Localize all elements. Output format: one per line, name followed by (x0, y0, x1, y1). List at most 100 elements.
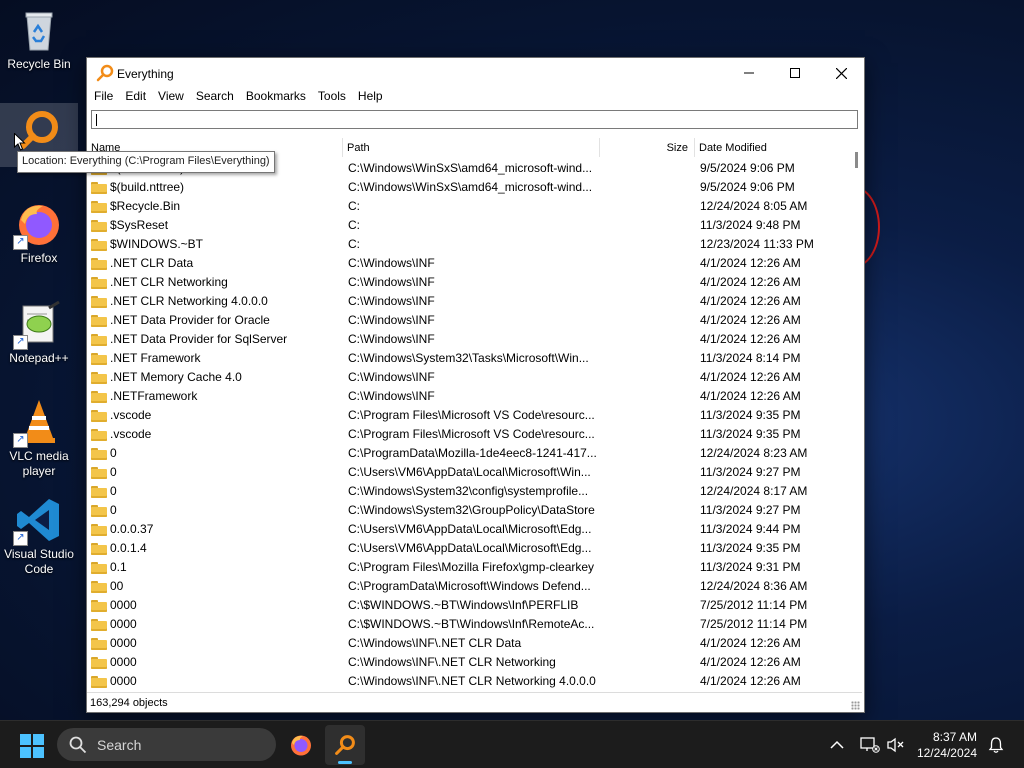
desktop-icon-recycle-bin[interactable]: Recycle Bin (0, 6, 78, 76)
network-status-button[interactable] (860, 721, 880, 768)
taskbar-search-box[interactable]: Search (57, 728, 276, 761)
start-button[interactable] (20, 734, 44, 758)
folder-icon (91, 561, 107, 574)
result-row[interactable]: .NET Framework C:\Windows\System32\Tasks\… (87, 349, 851, 368)
result-row[interactable]: 0.0.0.37 C:\Users\VM6\AppData\Local\Micro… (87, 520, 851, 539)
search-input[interactable] (91, 110, 858, 129)
desktop-icon-vlc[interactable]: ↗ VLC media player (0, 398, 78, 484)
result-name: .NET CLR Networking (110, 275, 228, 289)
result-name: 0.0.1.4 (110, 541, 147, 555)
menu-file[interactable]: File (88, 87, 119, 105)
taskbar-everything[interactable] (325, 725, 365, 765)
result-name-cell: .NET Framework (91, 349, 339, 368)
result-row[interactable]: 0 C:\Windows\System32\config\systemprofil… (87, 482, 851, 501)
folder-icon (91, 352, 107, 365)
taskbar-clock[interactable]: 8:37 AM 12/24/2024 (917, 729, 977, 761)
result-row[interactable]: 0 C:\ProgramData\Mozilla-1de4eec8-1241-41… (87, 444, 851, 463)
show-hidden-icons-button[interactable] (830, 721, 844, 768)
result-name: $(build.nttree) (110, 180, 185, 194)
result-row[interactable]: $(build.nttree) C:\Windows\WinSxS\amd64_m… (87, 178, 851, 197)
result-name: $WINDOWS.~BT (110, 237, 204, 251)
resize-grip-icon[interactable] (851, 701, 860, 710)
result-date-modified: 7/25/2012 11:14 PM (700, 617, 808, 631)
result-row[interactable]: 0.1 C:\Program Files\Mozilla Firefox\gmp-… (87, 558, 851, 577)
result-row[interactable]: 0.0.1.4 C:\Users\VM6\AppData\Local\Micros… (87, 539, 851, 558)
result-name: 0.0.0.37 (110, 522, 154, 536)
folder-icon (91, 637, 107, 650)
close-button[interactable] (818, 58, 864, 88)
result-name: 0.1 (110, 560, 127, 574)
taskbar-firefox[interactable] (281, 725, 321, 765)
scrollbar-thumb[interactable] (855, 152, 858, 168)
menu-search[interactable]: Search (190, 87, 240, 105)
maximize-button[interactable] (772, 58, 818, 88)
result-row[interactable]: .NET CLR Networking C:\Windows\INF 4/1/202… (87, 273, 851, 292)
clock-date: 12/24/2024 (916, 746, 977, 760)
result-name-cell: $SysReset (91, 216, 339, 235)
menu-help[interactable]: Help (352, 87, 389, 105)
result-row[interactable]: 0000 C:\$WINDOWS.~BT\Windows\Inf\PERFLIB 7… (87, 596, 851, 615)
result-name: 0 (110, 503, 117, 517)
result-row[interactable]: $WINDOWS.~BT C: 12/23/2024 11:33 PM (87, 235, 851, 254)
result-row[interactable]: .NET Data Provider for Oracle C:\Windows\… (87, 311, 851, 330)
result-row[interactable]: .NET Memory Cache 4.0 C:\Windows\INF 4/1/2… (87, 368, 851, 387)
column-header-size[interactable]: Size (600, 138, 695, 157)
result-name-cell: $WINDOWS.~BT (91, 235, 339, 254)
column-header-path[interactable]: Path (343, 138, 600, 157)
everything-icon (335, 735, 355, 755)
desktop-icon-vscode[interactable]: ↗ Visual Studio Code (0, 496, 78, 582)
result-date-modified: 11/3/2024 9:35 PM (700, 408, 801, 422)
result-path: C:\Windows\INF (348, 332, 435, 346)
result-row[interactable]: 0000 C:\Windows\INF\.NET CLR Data 4/1/2024… (87, 634, 851, 653)
volume-button[interactable] (886, 721, 906, 768)
result-row[interactable]: $SysReset C: 11/3/2024 9:48 PM (87, 216, 851, 235)
result-row[interactable]: 0000 C:\Windows\INF\.NET CLR Networking 4/… (87, 653, 851, 672)
result-row[interactable]: .vscode C:\Program Files\Microsoft VS Cod… (87, 406, 851, 425)
column-header-date-modified[interactable]: Date Modified (695, 138, 851, 157)
text-caret (96, 114, 97, 126)
result-row[interactable]: $Recycle.Bin C: 12/24/2024 8:05 AM (87, 197, 851, 216)
minimize-button[interactable] (726, 58, 772, 88)
desktop-icon-firefox[interactable]: ↗ Firefox (0, 200, 78, 272)
result-row[interactable]: 00 C:\ProgramData\Microsoft\Windows Defen… (87, 577, 851, 596)
notifications-button[interactable] (988, 721, 1004, 768)
result-row[interactable]: 0000 C:\$WINDOWS.~BT\Windows\Inf\RemoteAc… (87, 615, 851, 634)
result-row[interactable]: 0 C:\Windows\System32\GroupPolicy\DataSto… (87, 501, 851, 520)
result-path: C:\ProgramData\Microsoft\Windows Defend.… (348, 579, 591, 593)
result-row[interactable]: 0 C:\Users\VM6\AppData\Local\Microsoft\Wi… (87, 463, 851, 482)
result-date-modified: 7/25/2012 11:14 PM (700, 598, 808, 612)
title-bar[interactable]: Everything (87, 58, 864, 88)
result-date-modified: 11/3/2024 9:27 PM (700, 465, 801, 479)
menu-edit[interactable]: Edit (119, 87, 152, 105)
result-date-modified: 4/1/2024 12:26 AM (700, 370, 801, 384)
menu-view[interactable]: View (152, 87, 190, 105)
result-row[interactable]: .NET Data Provider for SqlServer C:\Windo… (87, 330, 851, 349)
result-date-modified: 11/3/2024 9:35 PM (700, 541, 801, 555)
results-list: $(build.nttree) C:\Windows\WinSxS\amd64_m… (87, 159, 851, 691)
result-row[interactable]: .vscode C:\Program Files\Microsoft VS Cod… (87, 425, 851, 444)
folder-icon (91, 238, 107, 251)
taskbar: Search 8:37 AM 12/24/2024 (0, 720, 1024, 768)
menu-bookmarks[interactable]: Bookmarks (240, 87, 312, 105)
result-name-cell: $Recycle.Bin (91, 197, 339, 216)
result-date-modified: 4/1/2024 12:26 AM (700, 332, 801, 346)
result-row[interactable]: .NET CLR Data C:\Windows\INF 4/1/2024 12:2… (87, 254, 851, 273)
result-date-modified: 11/3/2024 9:27 PM (700, 503, 801, 517)
result-name: 0000 (110, 655, 137, 669)
result-date-modified: 11/3/2024 9:35 PM (700, 427, 801, 441)
vertical-scrollbar[interactable] (851, 138, 863, 691)
result-name: 0000 (110, 598, 137, 612)
shortcut-arrow-icon: ↗ (13, 235, 28, 250)
result-path: C:\Windows\INF (348, 313, 435, 327)
result-row[interactable]: .NETFramework C:\Windows\INF 4/1/2024 12:2… (87, 387, 851, 406)
result-name: .NETFramework (110, 389, 198, 403)
folder-icon (91, 219, 107, 232)
menu-tools[interactable]: Tools (312, 87, 352, 105)
result-row[interactable]: 0000 C:\Windows\INF\.NET CLR Networking 4… (87, 672, 851, 691)
folder-icon (91, 428, 107, 441)
result-row[interactable]: .NET CLR Networking 4.0.0.0 C:\Windows\IN… (87, 292, 851, 311)
desktop-icon-notepad-plus-plus[interactable]: ↗ Notepad++ (0, 300, 78, 372)
folder-icon (91, 504, 107, 517)
result-name: 0 (110, 484, 117, 498)
desktop-icon-label: Firefox (20, 251, 58, 265)
